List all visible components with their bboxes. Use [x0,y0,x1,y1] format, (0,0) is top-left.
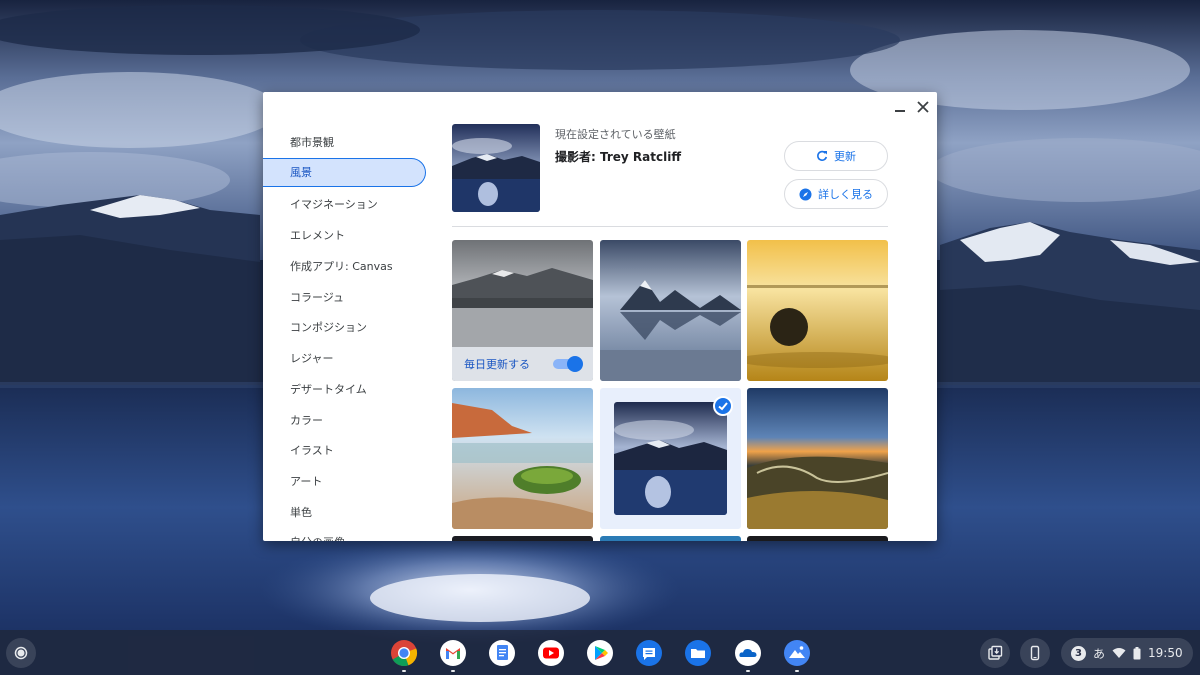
category-item[interactable]: 自分の画像 [263,528,426,541]
current-wallpaper-author: 撮影者: Trey Ratcliff [555,150,682,164]
wallpaper-tile[interactable] [600,536,741,541]
notification-count-badge: 3 [1071,645,1086,661]
youtube-icon [538,640,564,666]
daily-refresh-toggle[interactable] [553,356,583,372]
onedrive-icon [735,640,761,666]
category-item[interactable]: デザートタイム [263,375,426,404]
wallpaper-tile[interactable] [747,240,888,381]
compass-icon [799,188,812,200]
category-item[interactable]: エレメント [263,221,426,250]
files-app[interactable] [683,638,713,668]
category-item[interactable]: 都市景観 [263,128,426,157]
category-item[interactable]: 作成アプリ: Canvas [263,252,426,281]
category-item[interactable]: イマジネーション [263,190,426,219]
ime-indicator: あ [1093,646,1106,661]
messages-icon [636,640,662,666]
details-button-label: 詳しく見る [818,188,873,201]
category-item[interactable]: イラスト [263,436,426,465]
shelf: 3 あ 19:50 [0,630,1200,675]
wallpaper-tile[interactable] [747,536,888,541]
docs-icon [489,640,515,666]
wallpaper-tile[interactable] [747,388,888,529]
launcher-icon [14,646,28,660]
clock: 19:50 [1148,646,1183,660]
category-sidebar: 都市景観 風景 イマジネーション エレメント 作成アプリ: Canvas コラー… [263,128,439,541]
minimize-button[interactable] [889,96,911,118]
docs-app[interactable] [487,638,517,668]
play-store-icon [587,640,613,666]
wallpaper-tile[interactable]: 毎日更新する [452,240,593,381]
category-item[interactable]: レジャー [263,344,426,373]
phone-icon [1030,645,1040,661]
close-button[interactable] [912,96,934,118]
minimize-icon [895,110,905,112]
current-wallpaper-caption: 現在設定されている壁紙 [555,128,676,141]
category-item[interactable]: 単色 [263,498,426,527]
wallpaper-tile[interactable] [600,240,741,381]
details-button[interactable]: 詳しく見る [784,179,888,209]
refresh-button-label: 更新 [834,150,856,163]
files-icon [685,640,711,666]
daily-refresh-label: 毎日更新する [464,358,530,371]
holding-space-icon [988,645,1003,660]
launcher-button[interactable] [6,638,36,668]
selected-check-icon [713,396,733,416]
chrome-app[interactable] [389,638,419,672]
chrome-icon [391,640,418,667]
play-store-app[interactable] [585,638,615,668]
status-area[interactable]: 3 あ 19:50 [1061,638,1193,668]
category-item[interactable]: アート [263,467,426,496]
category-item[interactable]: カラー [263,406,426,435]
refresh-icon [817,150,828,161]
current-wallpaper-thumbnail [452,124,540,212]
wallpaper-tile-selected[interactable] [600,388,741,529]
category-item[interactable]: コンポジション [263,313,426,342]
battery-icon [1133,646,1141,659]
wifi-icon [1112,648,1126,658]
messages-app[interactable] [634,638,664,668]
close-icon [917,101,929,113]
wallpaper-tile[interactable] [452,388,593,529]
gmail-icon [440,640,466,666]
category-item[interactable]: コラージュ [263,283,426,312]
gmail-app[interactable] [438,638,468,672]
daily-refresh-bar: 毎日更新する [452,347,593,381]
category-item-selected[interactable]: 風景 [263,158,426,187]
wallpaper-grid: 毎日更新する [452,240,888,541]
wallpaper-tile[interactable] [452,536,593,541]
divider [452,226,888,227]
wallpaper-app-icon [784,640,810,666]
wallpaper-picker-window: 都市景観 風景 イマジネーション エレメント 作成アプリ: Canvas コラー… [263,92,937,541]
phone-hub-button[interactable] [1020,638,1050,668]
refresh-button[interactable]: 更新 [784,141,888,171]
youtube-app[interactable] [536,638,566,668]
holding-space-button[interactable] [980,638,1010,668]
wallpaper-app[interactable] [782,638,812,672]
onedrive-app[interactable] [733,638,763,672]
